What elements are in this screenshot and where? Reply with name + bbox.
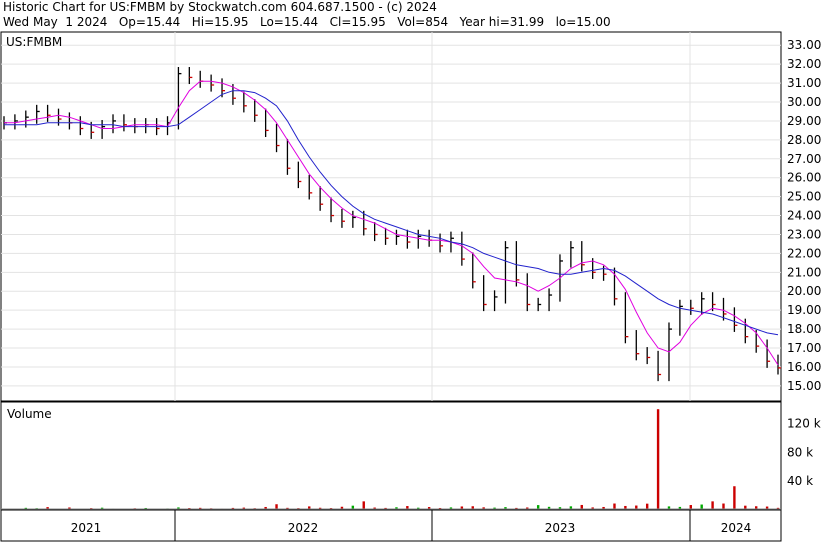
price-tick-label: 16.00 [787,360,821,374]
price-tick-label: 23.00 [787,227,821,241]
price-tick-label: 24.00 [787,209,821,223]
price-tick-label: 19.00 [787,303,821,317]
year-label: 2023 [545,521,576,535]
year-label: 2022 [288,521,319,535]
volume-panel [0,401,782,511]
price-tick-label: 27.00 [787,152,821,166]
price-tick-label: 31.00 [787,76,821,90]
price-panel [0,31,782,402]
volume-bar [733,486,736,510]
price-tick-label: 33.00 [787,38,821,52]
price-tick-label: 15.00 [787,379,821,393]
price-tick-label: 28.00 [787,133,821,147]
price-tick-label: 22.00 [787,246,821,260]
symbol-label: US:FMBM [6,35,62,49]
volume-bar [656,409,660,510]
stock-chart: US:FMBM 33.00 32.00 31.00 30.00 29.00 28.00 27… [0,31,821,542]
price-tick-label: 20.00 [787,284,821,298]
price-tick-label: 17.00 [787,341,821,355]
year-label: 2024 [721,521,752,535]
volume-axis: 120 k 80 k 40 k [787,417,821,489]
volume-tick-label: 120 k [787,417,821,431]
price-tick-label: 25.00 [787,190,821,204]
price-tick-label: 30.00 [787,95,821,109]
year-label: 2021 [71,521,102,535]
price-tick-label: 26.00 [787,171,821,185]
price-tick-label: 21.00 [787,265,821,279]
price-axis: 33.00 32.00 31.00 30.00 29.00 28.00 27.00 26.00… [787,38,821,393]
time-axis [0,509,782,542]
price-tick-label: 18.00 [787,322,821,336]
volume-tick-label: 40 k [787,474,813,488]
price-tick-label: 32.00 [787,57,821,71]
volume-tick-label: 80 k [787,445,813,459]
volume-label: Volume [7,407,52,421]
price-tick-label: 29.00 [787,114,821,128]
